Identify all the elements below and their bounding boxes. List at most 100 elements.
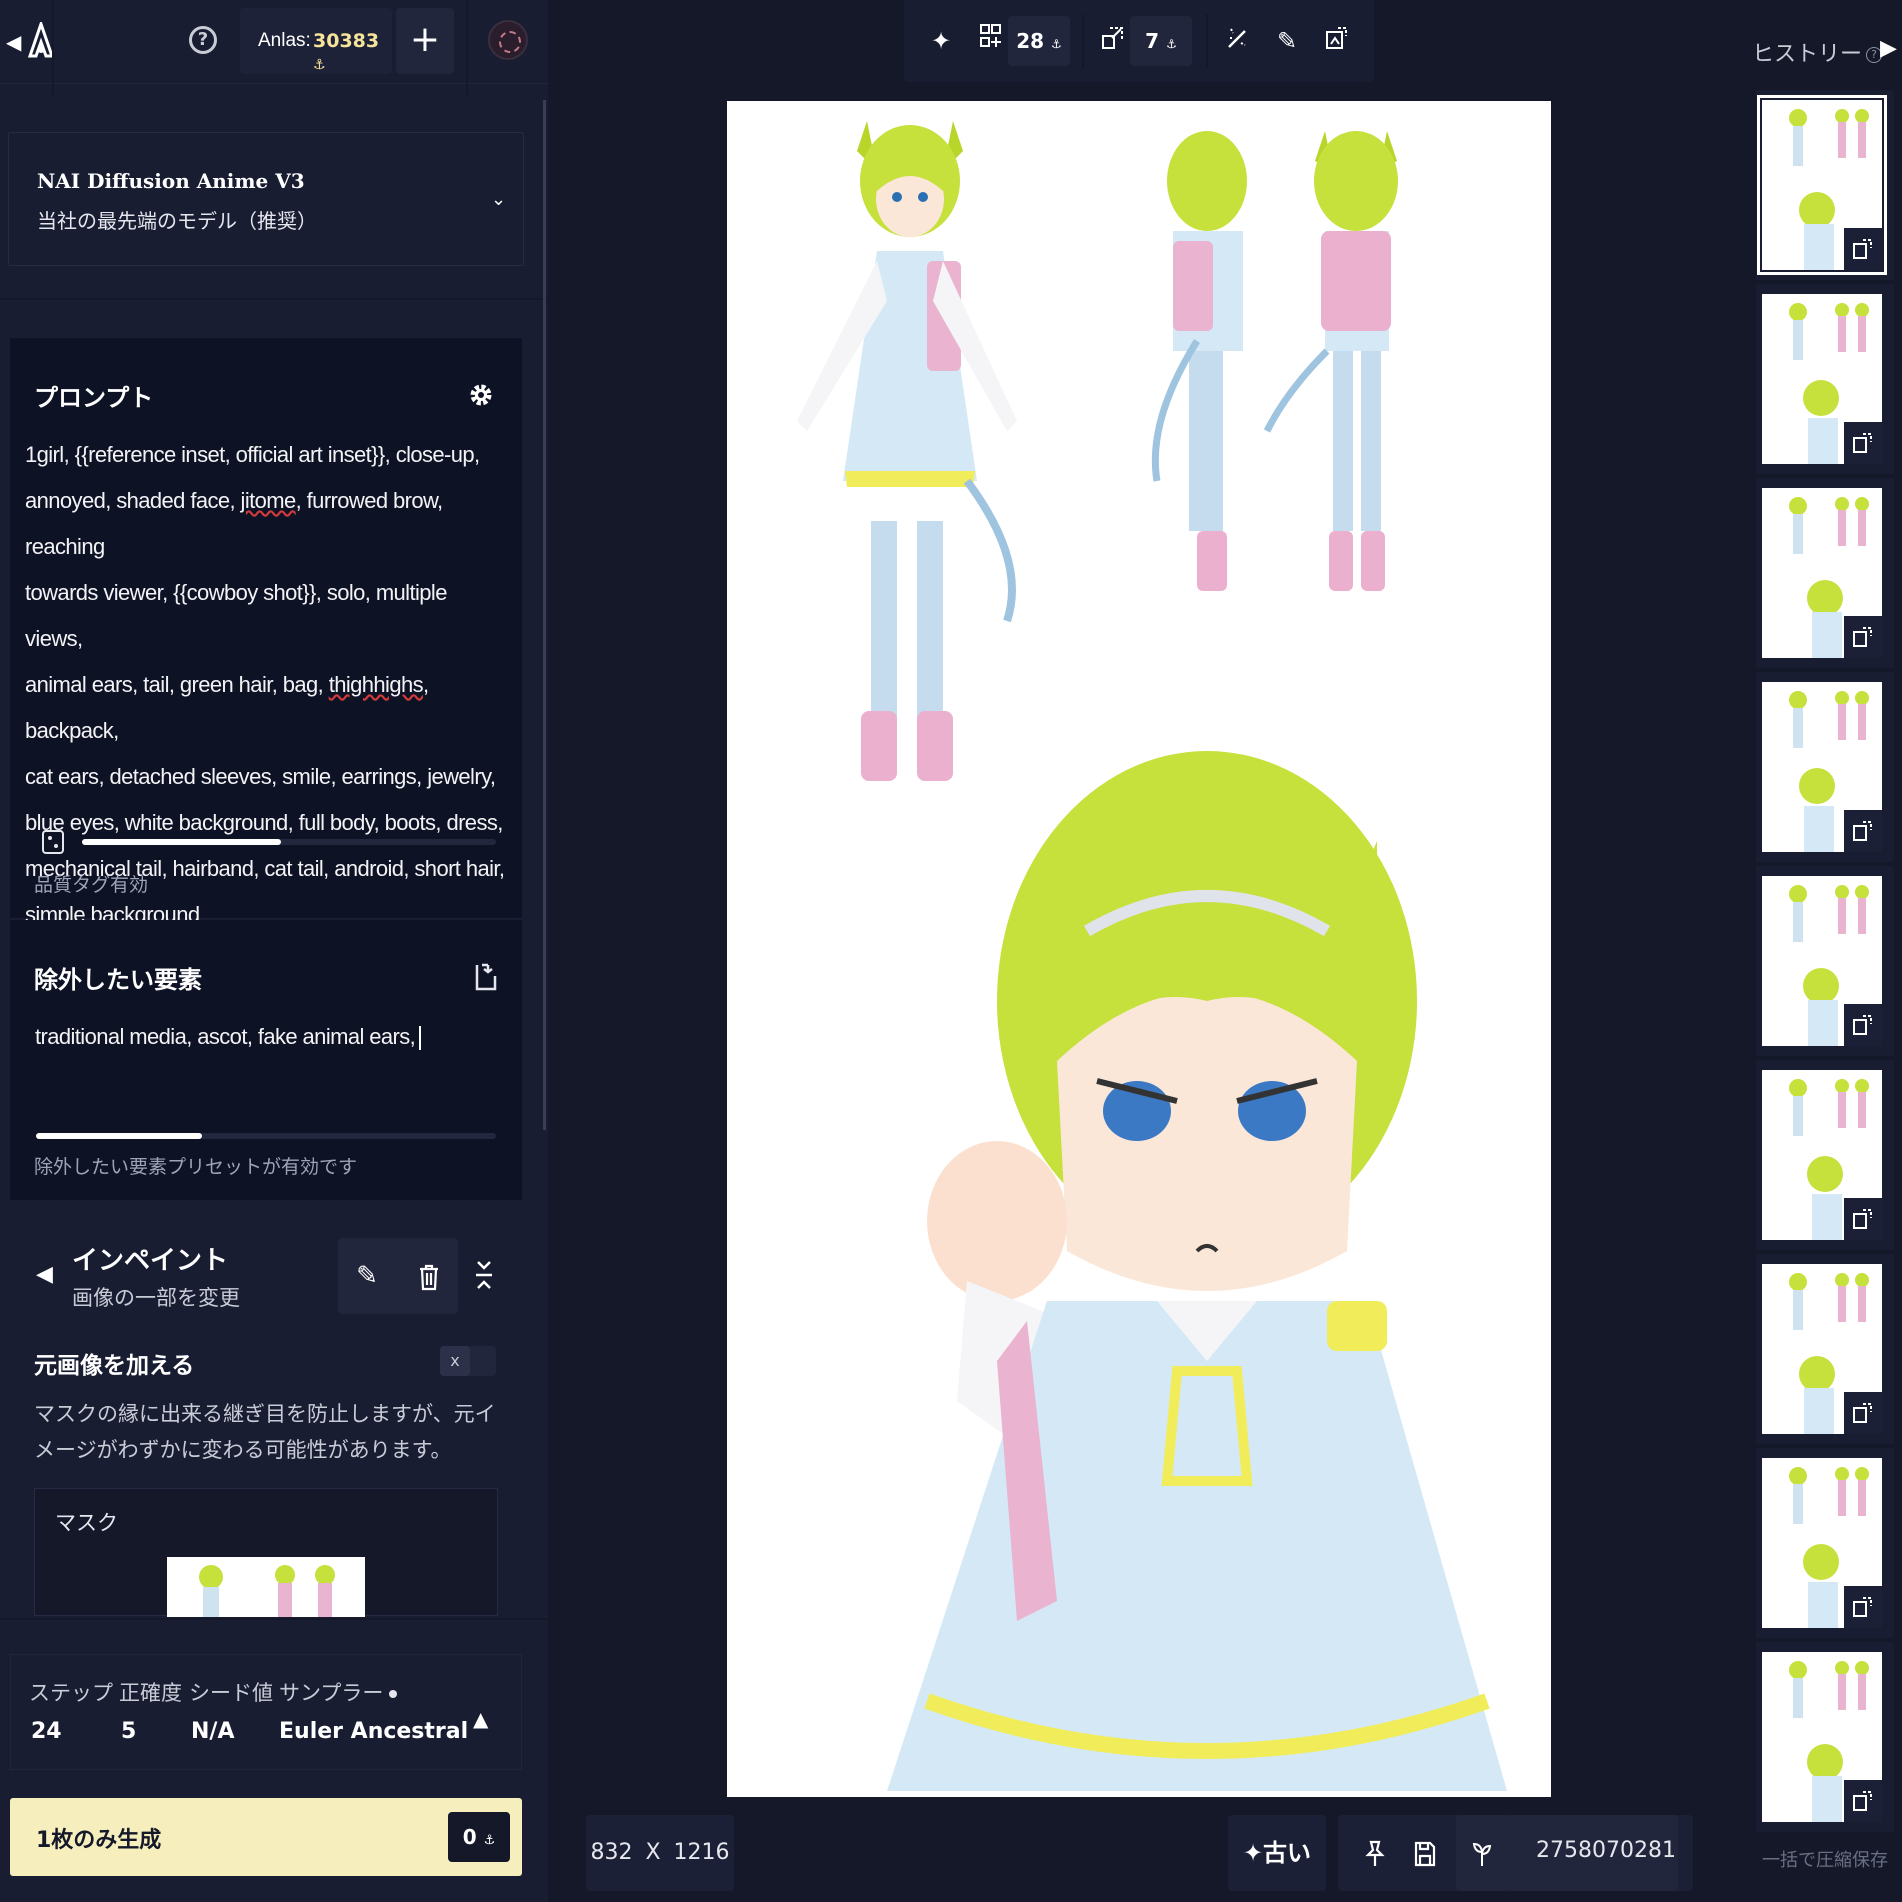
image-width: 832 xyxy=(590,1840,633,1865)
seed-icon[interactable] xyxy=(1456,1815,1508,1891)
separator xyxy=(52,0,54,96)
quality-tag-slider-fill xyxy=(82,839,281,845)
history-thumbnail[interactable] xyxy=(1762,1264,1882,1434)
chevron-up-icon[interactable]: ▲ xyxy=(473,1707,488,1731)
anlas-icon: ⚓ xyxy=(483,1833,496,1848)
edit-image-icon[interactable] xyxy=(1844,616,1882,658)
add-source-toggle[interactable]: x xyxy=(440,1346,496,1376)
chevron-left-icon[interactable]: ◀ xyxy=(36,1262,53,1287)
history-thumbnail[interactable] xyxy=(1762,488,1882,658)
pencil-icon[interactable]: ✎ xyxy=(1270,24,1304,58)
app-root: ◀ ? Anlas: 30383 ⚓ + NAI Diffusion Anime… xyxy=(0,0,1902,1902)
history-panel: ヒストリー? ▶ 一括で圧縮保存 xyxy=(1728,0,1902,1902)
pin-icon[interactable] xyxy=(1350,1815,1400,1891)
import-icon[interactable] xyxy=(474,962,498,992)
upscale-icon[interactable] xyxy=(1096,24,1130,58)
trash-icon[interactable] xyxy=(400,1238,458,1314)
inpaint-tools: ✎ xyxy=(338,1238,458,1314)
toggle-knob: x xyxy=(440,1346,470,1376)
history-title: ヒストリー? xyxy=(1752,36,1883,68)
sort-old-label: ✦古い xyxy=(1242,1839,1312,1867)
anlas-label: Anlas: xyxy=(258,30,311,51)
pencil-icon[interactable]: ✎ xyxy=(338,1238,396,1314)
divider xyxy=(0,1618,548,1620)
model-selector[interactable]: NAI Diffusion Anime V3 当社の最先端のモデル（推奨） ⌄ xyxy=(8,132,524,266)
dice-icon[interactable] xyxy=(42,830,64,854)
variations-icon[interactable] xyxy=(974,24,1008,58)
magic-wand-icon[interactable] xyxy=(1220,24,1254,58)
separator xyxy=(1082,14,1084,68)
anlas-balance[interactable]: Anlas: 30383 ⚓ xyxy=(240,8,392,74)
history-thumbnail[interactable] xyxy=(1757,95,1887,275)
save-icon[interactable] xyxy=(1400,1815,1450,1891)
separator xyxy=(1206,14,1208,68)
mask-label: マスク xyxy=(55,1511,118,1535)
anlas-icon: ⚓ xyxy=(1166,37,1177,51)
generation-settings[interactable]: ステップ 24 正確度 5 シード値 N/A サンプラー Euler Ances… xyxy=(10,1654,522,1770)
generate-button[interactable]: 1枚のみ生成 0 ⚓ xyxy=(10,1798,522,1876)
seed-value: N/A xyxy=(191,1719,235,1744)
edit-image-icon[interactable] xyxy=(1844,1004,1882,1046)
negative-prompt-input[interactable]: traditional media, ascot, fake animal ea… xyxy=(35,1024,422,1051)
steps-label: ステップ xyxy=(29,1681,113,1705)
edit-image-icon[interactable] xyxy=(1844,1198,1882,1240)
left-scrollbar[interactable] xyxy=(543,100,546,1130)
negative-preset-slider-fill xyxy=(36,1133,202,1139)
sparkle-icon: ✦ xyxy=(1242,1839,1264,1867)
generate-cost: 0 ⚓ xyxy=(448,1812,510,1862)
closeup-figure xyxy=(887,751,1507,1791)
buy-anlas-button[interactable]: + xyxy=(396,8,454,74)
edit-image-icon[interactable] xyxy=(1844,810,1882,852)
anlas-icon: ⚓ xyxy=(313,57,326,73)
model-name: NAI Diffusion Anime V3 xyxy=(37,169,305,193)
edit-image-icon[interactable] xyxy=(1844,228,1882,270)
sampler-value: Euler Ancestral xyxy=(279,1719,469,1744)
steps-value: 24 xyxy=(31,1719,62,1744)
upscale-cost: 7 ⚓ xyxy=(1130,16,1192,66)
guidance-value: 5 xyxy=(121,1719,137,1744)
history-thumbnail[interactable] xyxy=(1762,294,1882,464)
negative-preset-slider[interactable] xyxy=(36,1133,496,1139)
mask-thumbnail[interactable] xyxy=(167,1557,365,1617)
history-thumbnail[interactable] xyxy=(1762,1652,1882,1822)
side-view-figure xyxy=(1151,131,1247,591)
prompt-line: 1girl, {{reference inset, official art i… xyxy=(25,442,480,467)
dimension-separator: X xyxy=(645,1840,661,1865)
history-thumbnail[interactable] xyxy=(1762,682,1882,852)
top-bar: ◀ ? Anlas: 30383 ⚓ + xyxy=(0,0,548,96)
back-arrow-icon[interactable]: ◀ xyxy=(6,30,22,54)
image-height: 1216 xyxy=(673,1840,730,1865)
character-sheet-image xyxy=(797,121,1507,1791)
variations-cost: 28 ⚓ xyxy=(1008,16,1070,66)
history-thumbnail[interactable] xyxy=(1762,876,1882,1046)
prompt-input[interactable]: 1girl, {{reference inset, official art i… xyxy=(25,432,505,938)
edit-image-icon[interactable] xyxy=(1844,1586,1882,1628)
seed-value-display: 2758070281 xyxy=(1536,1838,1676,1863)
add-source-title: 元画像を加える xyxy=(34,1353,195,1379)
front-view-figure xyxy=(797,121,1017,781)
image-toolbar: ✦ 28 ⚓ 7 ⚓ ✎ xyxy=(904,0,1374,82)
anlas-icon: ⚓ xyxy=(1051,37,1062,51)
generate-label: 1枚のみ生成 xyxy=(36,1828,162,1853)
chevron-down-icon: ⌄ xyxy=(491,189,507,210)
back-view-figure xyxy=(1263,131,1398,591)
edit-image-icon[interactable] xyxy=(1844,422,1882,464)
history-thumbnail[interactable] xyxy=(1762,1458,1882,1628)
separator xyxy=(466,0,468,96)
chevron-right-icon[interactable]: ▶ xyxy=(1880,36,1897,61)
edit-image-icon[interactable] xyxy=(1844,1392,1882,1434)
edit-image-icon[interactable] xyxy=(1844,1780,1882,1822)
anlas-value: 30383 ⚓ xyxy=(313,30,380,73)
sort-old-button[interactable]: ✦古い xyxy=(1228,1815,1326,1891)
user-avatar[interactable] xyxy=(488,20,528,60)
history-thumbnail[interactable] xyxy=(1762,1070,1882,1240)
save-all-button[interactable]: 一括で圧縮保存 xyxy=(1762,1846,1888,1872)
help-icon[interactable]: ? xyxy=(189,26,217,54)
gear-icon[interactable] xyxy=(468,382,494,408)
edit-image-icon[interactable] xyxy=(1320,24,1354,58)
prompt-line: cat ears, detached sleeves, smile, earri… xyxy=(25,764,496,789)
quality-tag-slider[interactable] xyxy=(82,839,496,845)
sparkle-icon[interactable]: ✦ xyxy=(924,24,958,58)
generated-image[interactable] xyxy=(727,101,1551,1797)
collapse-icon[interactable] xyxy=(474,1260,494,1296)
